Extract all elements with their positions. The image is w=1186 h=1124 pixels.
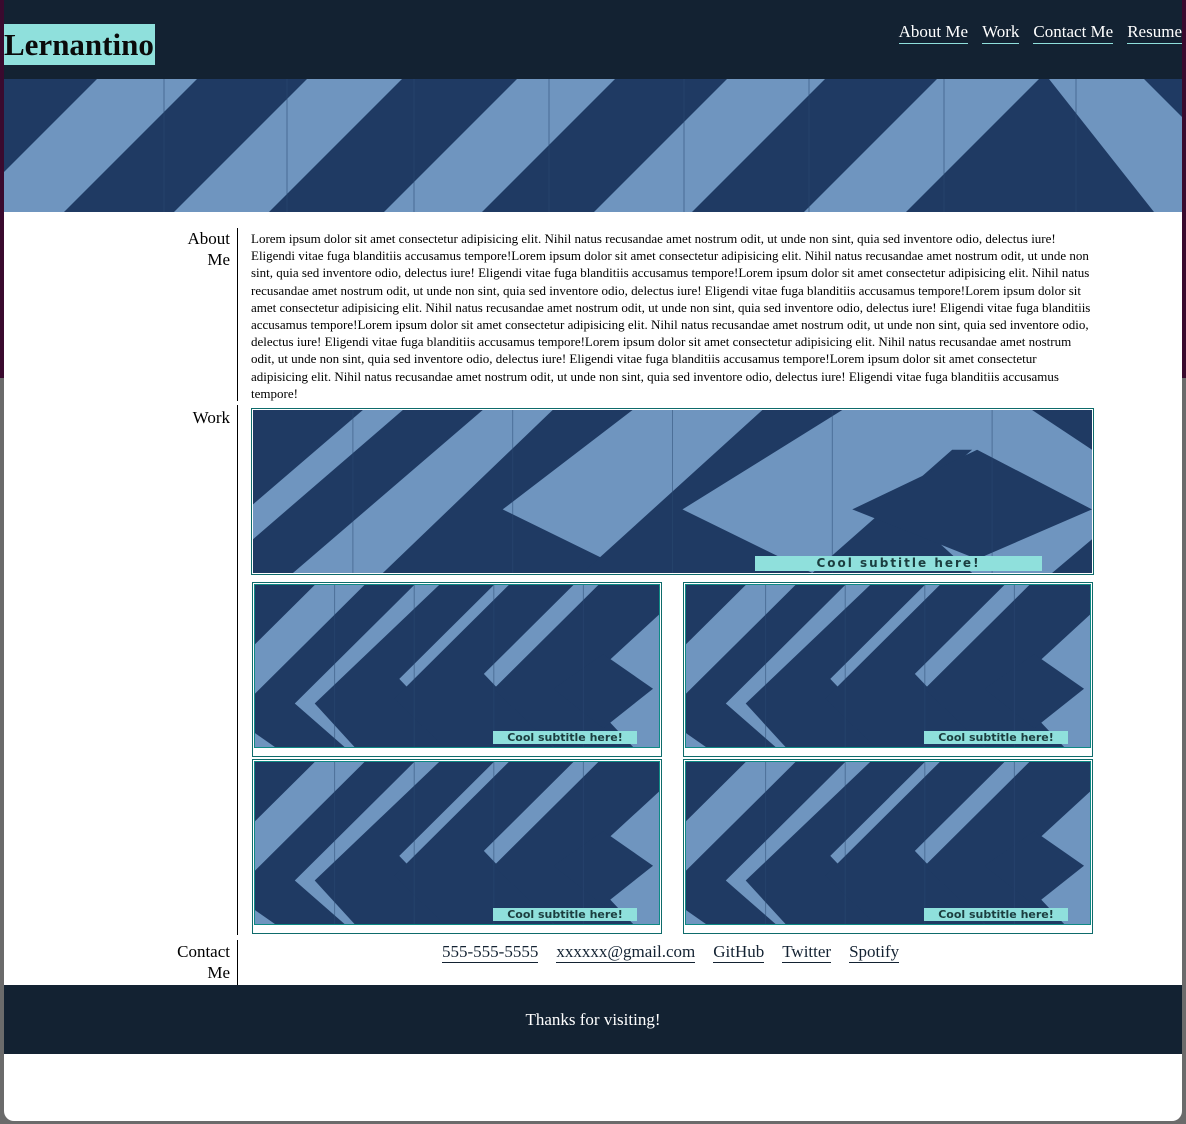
nav-link-resume[interactable]: Resume: [1127, 22, 1182, 44]
contact-link-spotify[interactable]: Spotify: [849, 941, 900, 963]
nav-link-about[interactable]: About Me: [898, 22, 969, 44]
chevron-pattern-graphic: [686, 585, 1090, 747]
work-card-subtitle: Cool subtitle here!: [924, 731, 1068, 744]
nav-link-contact[interactable]: Contact Me: [1033, 22, 1114, 44]
chevron-pattern-graphic: [255, 585, 659, 747]
contact-links: 555-555-5555 xxxxxx@gmail.com GitHub Twi…: [442, 941, 900, 963]
contact-link-github[interactable]: GitHub: [713, 941, 765, 963]
contact-link-email[interactable]: xxxxxx@gmail.com: [556, 941, 696, 963]
work-divider: [237, 405, 238, 935]
work-card-subtitle: Cool subtitle here!: [755, 556, 1042, 571]
work-card-3[interactable]: Cool subtitle here!: [683, 582, 1093, 757]
about-section-label: About Me: [150, 228, 231, 270]
work-card-subtitle: Cool subtitle here!: [493, 731, 637, 744]
contact-link-phone[interactable]: 555-555-5555: [442, 941, 539, 963]
work-image: [253, 410, 1092, 573]
hero-stripes-graphic: [4, 79, 1182, 212]
work-card-subtitle: Cool subtitle here!: [493, 908, 637, 921]
contact-divider: [237, 940, 238, 985]
contact-section-label: Contact Me: [150, 941, 230, 983]
chevron-pattern-graphic: [255, 762, 659, 924]
site-footer: Thanks for visiting!: [4, 985, 1182, 1054]
about-label-line1: About: [187, 229, 231, 248]
contact-label-line2: Me: [207, 963, 230, 982]
chevron-pattern-graphic: [253, 410, 1092, 573]
nav-link-work[interactable]: Work: [982, 22, 1020, 44]
work-card-4[interactable]: Cool subtitle here!: [252, 759, 662, 934]
work-image: [685, 584, 1091, 748]
about-paragraph: Lorem ipsum dolor sit amet consectetur a…: [251, 231, 1091, 401]
work-image: [254, 761, 660, 925]
footer-text: Thanks for visiting!: [525, 1010, 661, 1029]
work-image: [685, 761, 1091, 925]
work-section-label: Work: [192, 408, 230, 427]
work-card-featured[interactable]: Cool subtitle here!: [251, 408, 1094, 575]
browser-viewport: Lernantino About Me Work Contact Me Resu…: [4, 0, 1182, 1121]
about-label-line2: Me: [207, 250, 230, 269]
main-nav: About Me Work Contact Me Resume: [898, 22, 1182, 44]
chevron-pattern-graphic: [686, 762, 1090, 924]
work-card-2[interactable]: Cool subtitle here!: [252, 582, 662, 757]
work-image: [254, 584, 660, 748]
contact-link-twitter[interactable]: Twitter: [782, 941, 832, 963]
hero-banner-image: [4, 79, 1182, 212]
contact-label-line1: Contact: [177, 942, 230, 961]
work-card-5[interactable]: Cool subtitle here!: [683, 759, 1093, 934]
site-header: Lernantino About Me Work Contact Me Resu…: [4, 0, 1182, 79]
about-divider: [237, 228, 238, 401]
work-card-subtitle: Cool subtitle here!: [924, 908, 1068, 921]
site-logo-title[interactable]: Lernantino: [4, 24, 155, 65]
